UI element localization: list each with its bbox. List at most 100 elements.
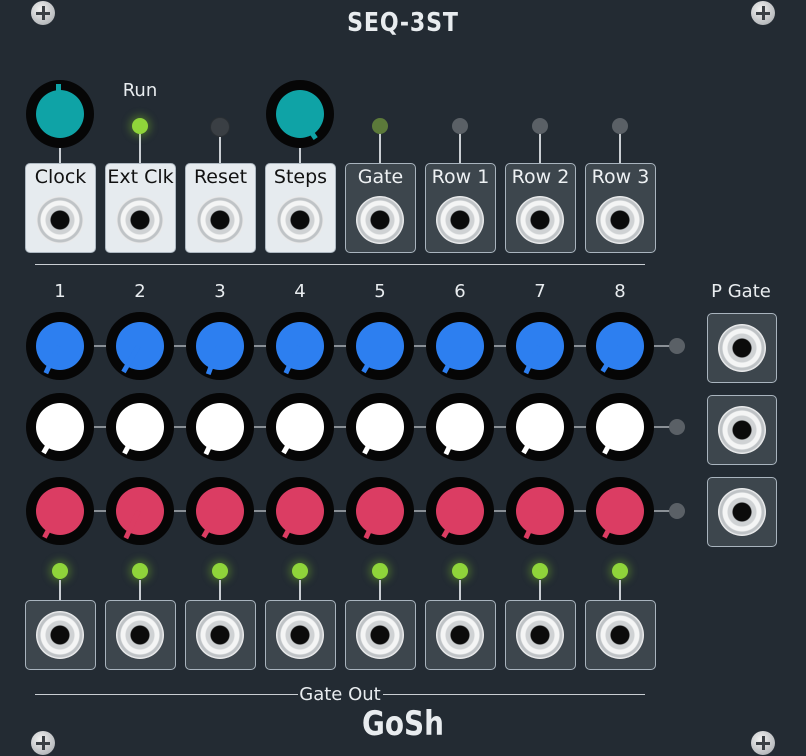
row-2-step-6-knob[interactable]: [426, 393, 494, 461]
row-1-step-3-knob[interactable]: [186, 312, 254, 380]
step-label-7: 7: [534, 281, 546, 302]
row-3-step-2-knob[interactable]: [106, 477, 174, 545]
step-label-1: 1: [54, 281, 66, 302]
gate-out-jack-2[interactable]: [116, 611, 164, 659]
connector-line: [379, 130, 381, 166]
row-2-jack[interactable]: [516, 196, 564, 244]
step-label-3: 3: [214, 281, 226, 302]
run-led[interactable]: [132, 118, 148, 134]
gate-output: Gate: [345, 163, 416, 253]
row-3-step-1-knob[interactable]: [26, 477, 94, 545]
row-1-step-2-knob[interactable]: [106, 312, 174, 380]
gate-out-5: [345, 600, 416, 670]
clock-knob[interactable]: [26, 80, 94, 148]
gate-out-7: [505, 600, 576, 670]
gate-out-jack-7[interactable]: [516, 611, 564, 659]
row-2-step-5-knob[interactable]: [346, 393, 414, 461]
module-title: SEQ-3ST: [347, 8, 459, 38]
row-2-step-3-knob[interactable]: [186, 393, 254, 461]
row-1-step-6-knob[interactable]: [426, 312, 494, 380]
steps-knob[interactable]: [266, 80, 334, 148]
gate-out-1: [25, 600, 96, 670]
row-3-step-7-knob[interactable]: [506, 477, 574, 545]
row-3-output: Row 3: [585, 163, 656, 253]
row-2-active-led: [669, 419, 685, 435]
row-1-step-5-knob[interactable]: [346, 312, 414, 380]
ext-clk-input: Ext Clk: [105, 163, 176, 253]
gate-out-jack-3[interactable]: [196, 611, 244, 659]
screw-icon: [751, 1, 775, 25]
reset-input-label: Reset: [193, 166, 248, 188]
gate-out-jack-5[interactable]: [356, 611, 404, 659]
row-1-step-1-knob[interactable]: [26, 312, 94, 380]
gate-out-jack-8[interactable]: [596, 611, 644, 659]
screw-icon: [751, 731, 775, 755]
connector-line: [139, 130, 141, 166]
ext-clk-jack[interactable]: [116, 196, 164, 244]
gate-out-jack-1[interactable]: [36, 611, 84, 659]
row-2-step-1-knob[interactable]: [26, 393, 94, 461]
row-1-step-4-knob[interactable]: [266, 312, 334, 380]
row-3-step-5-knob[interactable]: [346, 477, 414, 545]
row-2-step-7-knob[interactable]: [506, 393, 574, 461]
connector-line: [299, 580, 301, 602]
row-2-output-label: Row 2: [511, 166, 570, 188]
step-label-5: 5: [374, 281, 386, 302]
step-label-4: 4: [294, 281, 306, 302]
row-3-active-led: [669, 503, 685, 519]
step-6-gate-led[interactable]: [452, 563, 468, 579]
step-7-gate-led[interactable]: [532, 563, 548, 579]
step-2-gate-led[interactable]: [132, 563, 148, 579]
p-gate-jack-3[interactable]: [718, 488, 766, 536]
steps-jack[interactable]: [276, 196, 324, 244]
divider: [35, 694, 298, 695]
run-label: Run: [122, 80, 158, 101]
connector-line: [619, 580, 621, 602]
gate-out-4: [265, 600, 336, 670]
row-2-step-2-knob[interactable]: [106, 393, 174, 461]
row-3-jack[interactable]: [596, 196, 644, 244]
reset-button[interactable]: [211, 118, 229, 136]
row-3-step-8-knob[interactable]: [586, 477, 654, 545]
step-4-gate-led[interactable]: [292, 563, 308, 579]
p-gate-jack-2[interactable]: [718, 406, 766, 454]
gate-out-3: [185, 600, 256, 670]
connector-line: [539, 580, 541, 602]
gate-out-label: Gate Out: [299, 684, 381, 705]
p-gate-output-3: [707, 477, 777, 547]
gate-out-8: [585, 600, 656, 670]
row-1-step-8-knob[interactable]: [586, 312, 654, 380]
p-gate-jack-1[interactable]: [718, 324, 766, 372]
row-2-step-4-knob[interactable]: [266, 393, 334, 461]
row-3-output-label: Row 3: [591, 166, 650, 188]
gate-out-jack-4[interactable]: [276, 611, 324, 659]
connector-line: [459, 580, 461, 602]
row-1-step-7-knob[interactable]: [506, 312, 574, 380]
gate-led: [372, 118, 388, 134]
clock-input-label: Clock: [34, 166, 87, 188]
step-8-gate-led[interactable]: [612, 563, 628, 579]
connector-line: [459, 130, 461, 166]
row-1-active-led: [669, 338, 685, 354]
reset-jack[interactable]: [196, 196, 244, 244]
step-3-gate-led[interactable]: [212, 563, 228, 579]
row-3-step-4-knob[interactable]: [266, 477, 334, 545]
row-3-step-6-knob[interactable]: [426, 477, 494, 545]
screw-icon: [31, 1, 55, 25]
gate-out-jack-6[interactable]: [436, 611, 484, 659]
connector-line: [539, 130, 541, 166]
step-5-gate-led[interactable]: [372, 563, 388, 579]
gate-out-2: [105, 600, 176, 670]
steps-input: Steps: [265, 163, 336, 253]
gate-out-6: [425, 600, 496, 670]
row-1-jack[interactable]: [436, 196, 484, 244]
gate-jack[interactable]: [356, 196, 404, 244]
step-label-8: 8: [614, 281, 626, 302]
row-3-step-3-knob[interactable]: [186, 477, 254, 545]
clock-jack[interactable]: [36, 196, 84, 244]
p-gate-output-1: [707, 313, 777, 383]
row-2-step-8-knob[interactable]: [586, 393, 654, 461]
step-1-gate-led[interactable]: [52, 563, 68, 579]
ext-clk-input-label: Ext Clk: [107, 166, 174, 188]
row-2-led: [532, 118, 548, 134]
